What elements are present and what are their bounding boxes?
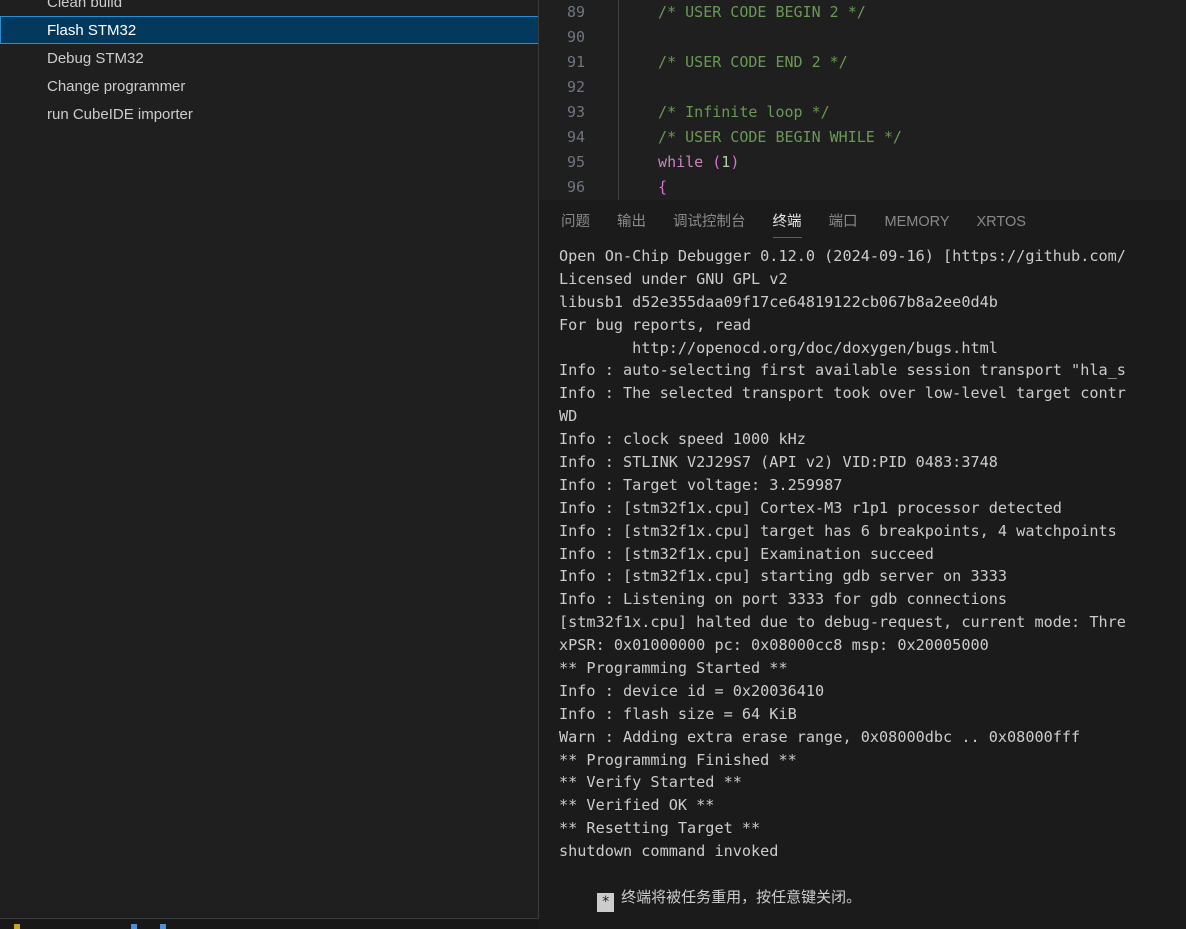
line-number: 96	[566, 178, 585, 196]
quick-pick-item-change-programmer[interactable]: Change programmer	[0, 72, 538, 100]
terminal-line: Info : device id = 0x20036410	[559, 681, 825, 700]
code-line: 96 {	[539, 175, 1186, 200]
panel-tab-端口[interactable]: 端口	[829, 200, 858, 245]
terminal-line-container: Open On-Chip Debugger 0.12.0 (2024-09-16…	[559, 245, 1186, 863]
panel-tab-XRTOS[interactable]: XRTOS	[977, 200, 1026, 245]
terminal-cursor-block: *	[597, 892, 615, 912]
status-indicator-0	[14, 924, 20, 929]
terminal-output[interactable]: Open On-Chip Debugger 0.12.0 (2024-09-16…	[539, 245, 1186, 929]
code-line: 95 while (1)	[539, 150, 1186, 175]
indent-guide	[618, 0, 619, 25]
code-text: /* USER CODE BEGIN 2 */	[607, 0, 866, 25]
terminal-line: Info : flash size = 64 KiB	[559, 704, 797, 723]
code-token: /* USER CODE BEGIN WHILE */	[640, 128, 902, 146]
terminal-line: Info : [stm32f1x.cpu] target has 6 break…	[559, 521, 1117, 540]
code-line: 91 /* USER CODE END 2 */	[539, 50, 1186, 75]
terminal-line: ** Programming Finished **	[559, 750, 797, 769]
terminal-line: ** Verified OK **	[559, 796, 715, 815]
panel-tab-调试控制台[interactable]: 调试控制台	[673, 200, 746, 245]
line-number: 89	[566, 3, 585, 21]
line-number: 91	[566, 53, 585, 71]
panel-tab-MEMORY[interactable]: MEMORY	[885, 200, 950, 245]
terminal-line: Info : STLINK V2J29S7 (API v2) VID:PID 0…	[559, 453, 998, 472]
line-number: 94	[566, 128, 585, 146]
quick-pick-item-debug-stm32[interactable]: Debug STM32	[0, 44, 538, 72]
code-token: )	[730, 153, 740, 171]
panel-tab-输出[interactable]: 输出	[617, 200, 646, 245]
terminal-line: [stm32f1x.cpu] halted due to debug-reque…	[559, 613, 1126, 632]
line-number: 93	[566, 103, 585, 121]
code-text: /* Infinite loop */	[607, 100, 830, 125]
indent-guide	[618, 100, 619, 125]
indent-guide	[618, 50, 619, 75]
terminal-line: Info : Listening on port 3333 for gdb co…	[559, 590, 1008, 609]
terminal-line: Warn : Adding extra erase range, 0x08000…	[559, 727, 1081, 746]
code-token: 1	[721, 153, 731, 171]
code-token: {	[640, 178, 668, 196]
code-token: /* USER CODE END 2 */	[640, 53, 848, 71]
code-text: {	[607, 175, 667, 200]
terminal-line: Info : clock speed 1000 kHz	[559, 430, 806, 449]
code-line: 92	[539, 75, 1186, 100]
code-token: while	[640, 153, 713, 171]
terminal-line: Info : [stm32f1x.cpu] starting gdb serve…	[559, 567, 1008, 586]
code-text: /* USER CODE END 2 */	[607, 50, 848, 75]
bottom-strip	[0, 919, 539, 929]
code-line: 89 /* USER CODE BEGIN 2 */	[539, 0, 1186, 25]
editor-line-container: 89 /* USER CODE BEGIN 2 */ 90 91 /* USER C…	[539, 0, 1186, 200]
terminal-line: Info : Target voltage: 3.259987	[559, 475, 843, 494]
terminal-reuse-notice: * 终端将被任务重用，按任意键关闭。	[559, 863, 1186, 912]
vscode-window: Clean build Flash STM32 Debug STM32 Change …	[0, 0, 1186, 929]
quick-pick-list: Clean build Flash STM32 Debug STM32 Change …	[0, 0, 538, 128]
terminal-line: xPSR: 0x01000000 pc: 0x08000cc8 msp: 0x2…	[559, 636, 989, 655]
line-number: 90	[566, 28, 585, 46]
quick-pick-item-flash-stm32[interactable]: Flash STM32	[0, 16, 538, 44]
terminal-line: ** Programming Started **	[559, 659, 788, 678]
terminal-line: ** Verify Started **	[559, 773, 742, 792]
terminal-line: http://openocd.org/doc/doxygen/bugs.html	[559, 338, 998, 357]
indent-guide	[618, 150, 619, 175]
terminal-line: For bug reports, read	[559, 315, 752, 334]
line-number: 95	[566, 153, 585, 171]
terminal-line: Info : auto-selecting first available se…	[559, 361, 1126, 380]
flash-task-quick-pick: Clean build Flash STM32 Debug STM32 Change …	[0, 0, 539, 919]
line-number: 92	[566, 78, 585, 96]
indent-guide	[618, 175, 619, 200]
indent-guide	[618, 125, 619, 150]
indent-guide	[618, 25, 619, 50]
code-token: (	[712, 153, 722, 171]
code-line: 94 /* USER CODE BEGIN WHILE */	[539, 125, 1186, 150]
code-line: 93 /* Infinite loop */	[539, 100, 1186, 125]
terminal-line: Info : [stm32f1x.cpu] Cortex-M3 r1p1 pro…	[559, 498, 1062, 517]
terminal-line: Info : The selected transport took over …	[559, 384, 1126, 403]
terminal-line: Open On-Chip Debugger 0.12.0 (2024-09-16…	[559, 247, 1126, 265]
status-indicator-2	[160, 924, 166, 929]
panel-tab-bar: 问题 输出 调试控制台 终端 端口 MEMORY XRTOS	[539, 200, 1186, 245]
panel-tab-终端[interactable]: 终端	[772, 200, 802, 245]
terminal-reuse-notice-text: 终端将被任务重用，按任意键关闭。	[621, 887, 862, 906]
code-text: while (1)	[607, 150, 739, 175]
terminal-line: shutdown command invoked	[559, 842, 779, 861]
terminal-line: libusb1 d52e355daa09f17ce64819122cb067b8…	[559, 292, 998, 311]
code-text: /* USER CODE BEGIN WHILE */	[607, 125, 902, 150]
terminal-line: Info : [stm32f1x.cpu] Examination succee…	[559, 544, 934, 563]
code-editor[interactable]: 89 /* USER CODE BEGIN 2 */ 90 91 /* USER C…	[539, 0, 1186, 201]
code-token: /* Infinite loop */	[640, 103, 830, 121]
quick-pick-item-clean-build[interactable]: Clean build	[0, 0, 538, 16]
terminal-line: WD	[559, 407, 578, 426]
code-line: 90	[539, 25, 1186, 50]
code-token: /* USER CODE BEGIN 2 */	[640, 3, 866, 21]
indent-guide	[618, 75, 619, 100]
panel-tab-问题[interactable]: 问题	[561, 200, 590, 245]
bottom-panel: 问题 输出 调试控制台 终端 端口 MEMORY XRTOS Open On-Chip De…	[539, 200, 1186, 929]
status-indicator-1	[131, 924, 137, 929]
terminal-line: ** Resetting Target **	[559, 819, 761, 838]
terminal-line: Licensed under GNU GPL v2	[559, 269, 788, 288]
quick-pick-item-run-cubeide-importer[interactable]: run CubeIDE importer	[0, 100, 538, 128]
